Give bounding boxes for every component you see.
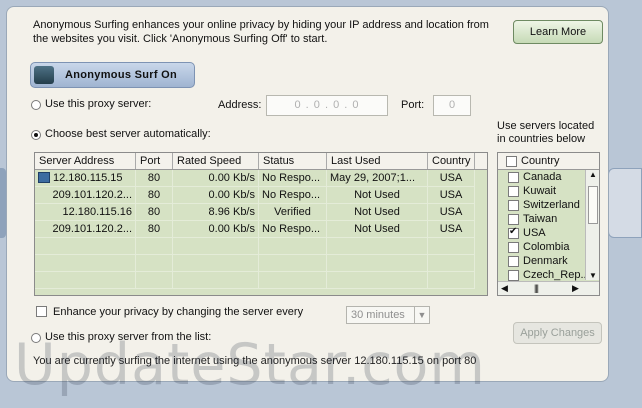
address-input[interactable]: 0 . 0 . 0 . 0	[266, 95, 388, 116]
country-name: Switzerland	[523, 199, 580, 211]
country-checkbox[interactable]	[508, 213, 519, 225]
last-used-cell: Not Used	[327, 221, 428, 238]
country-item[interactable]: Czech_Rep...	[498, 268, 599, 282]
use-proxy-radio[interactable]	[31, 100, 41, 110]
choose-best-radio[interactable]	[31, 130, 41, 140]
interval-value: 30 minutes	[351, 309, 405, 321]
col-port[interactable]: Port	[136, 153, 173, 169]
country-vertical-scrollbar[interactable]: ▲ ▼	[585, 170, 599, 280]
scroll-grip-icon[interactable]: |||	[534, 282, 539, 295]
table-row-empty	[35, 255, 487, 272]
watermark: UpdateStar.com	[14, 332, 486, 398]
country-cell: USA	[428, 170, 475, 187]
table-row[interactable]: 12.180.115.16 80 8.96 Kb/s Verified Not …	[35, 204, 487, 221]
status-cell: No Respo...	[259, 221, 327, 238]
country-cell: USA	[428, 221, 475, 238]
learn-more-button[interactable]: Learn More	[513, 20, 603, 44]
use-proxy-label: Use this proxy server:	[45, 98, 152, 110]
country-list-header[interactable]: Country	[498, 153, 599, 170]
port-cell: 80	[136, 187, 173, 204]
status-cell: No Respo...	[259, 187, 327, 204]
speed-cell: 8.96 Kb/s	[173, 204, 259, 221]
country-checkbox[interactable]	[508, 269, 519, 281]
last-used-cell: Not Used	[327, 187, 428, 204]
col-country[interactable]: Country	[428, 153, 475, 169]
scroll-down-icon[interactable]: ▼	[589, 271, 597, 280]
scroll-left-icon[interactable]: ◀	[501, 282, 508, 295]
country-checkbox[interactable]	[508, 255, 519, 267]
enhance-privacy-label: Enhance your privacy by changing the ser…	[53, 306, 304, 318]
chevron-down-icon[interactable]: ▼	[414, 307, 429, 323]
port-label: Port:	[401, 99, 425, 111]
port-input[interactable]: 0	[433, 95, 471, 116]
country-item[interactable]: Colombia	[498, 240, 599, 254]
scroll-thumb[interactable]	[588, 186, 598, 224]
server-table[interactable]: Server Address Port Rated Speed Status L…	[34, 152, 488, 296]
table-row[interactable]: 209.101.120.2... 80 0.00 Kb/s No Respo..…	[35, 187, 487, 204]
table-header: Server Address Port Rated Speed Status L…	[35, 153, 487, 170]
countries-heading: Use servers located in countries below	[497, 120, 595, 145]
country-cell: USA	[428, 187, 475, 204]
speed-cell: 0.00 Kb/s	[173, 221, 259, 238]
country-checkbox[interactable]	[508, 226, 519, 239]
country-name: Czech_Rep...	[523, 269, 590, 281]
country-name: USA	[523, 227, 546, 239]
col-last-used[interactable]: Last Used	[327, 153, 428, 169]
country-name: Taiwan	[523, 213, 558, 225]
server-address-cell: 12.180.115.16	[35, 204, 136, 221]
country-item[interactable]: Canada	[498, 170, 599, 184]
enhance-privacy-checkbox[interactable]	[36, 306, 47, 317]
col-server-address[interactable]: Server Address	[35, 153, 136, 169]
col-rated-speed[interactable]: Rated Speed	[173, 153, 259, 169]
country-name: Kuwait	[523, 185, 557, 197]
scroll-right-icon[interactable]: ▶	[572, 282, 579, 295]
table-row-empty	[35, 238, 487, 255]
interval-select[interactable]: 30 minutes ▼	[346, 306, 430, 324]
country-checkbox[interactable]	[508, 171, 519, 183]
server-address: 12.180.115.15	[53, 172, 123, 184]
country-item[interactable]: USA	[498, 226, 599, 240]
scroll-up-icon[interactable]: ▲	[589, 170, 597, 179]
country-checkbox[interactable]	[508, 199, 519, 211]
table-row-empty	[35, 272, 487, 289]
country-item[interactable]: Denmark	[498, 254, 599, 268]
country-name: Colombia	[523, 241, 570, 253]
country-list[interactable]: Country Canada Kuwait Switzerland Taiwan…	[497, 152, 600, 296]
col-status[interactable]: Status	[259, 153, 327, 169]
port-cell: 80	[136, 204, 173, 221]
intro-text: Anonymous Surfing enhances your online p…	[33, 19, 489, 45]
port-cell: 80	[136, 221, 173, 238]
last-used-cell: Not Used	[327, 204, 428, 221]
anonymous-surf-toggle[interactable]: Anonymous Surf On	[30, 62, 195, 88]
last-used-cell: May 29, 2007;1...	[327, 170, 428, 187]
apply-changes-button[interactable]: Apply Changes	[513, 322, 602, 344]
speed-cell: 0.00 Kb/s	[173, 187, 259, 204]
server-address-cell: 209.101.120.2...	[35, 221, 136, 238]
country-checkbox[interactable]	[508, 185, 519, 197]
server-address-cell: 209.101.120.2...	[35, 187, 136, 204]
port-cell: 80	[136, 170, 173, 187]
status-cell: Verified	[259, 204, 327, 221]
country-name: Canada	[523, 171, 562, 183]
table-row[interactable]: 209.101.120.2... 80 0.00 Kb/s No Respo..…	[35, 221, 487, 238]
country-name: Denmark	[523, 255, 568, 267]
status-cell: No Respo...	[259, 170, 327, 187]
country-header-label: Country	[521, 155, 560, 167]
country-checkbox[interactable]	[508, 241, 519, 253]
country-item[interactable]: Taiwan	[498, 212, 599, 226]
country-horizontal-scrollbar[interactable]: ◀ ||| ▶	[498, 281, 599, 295]
address-label: Address:	[218, 99, 262, 111]
server-icon	[38, 172, 50, 183]
toggle-label: Anonymous Surf On	[65, 69, 178, 81]
speed-cell: 0.00 Kb/s	[173, 170, 259, 187]
country-item[interactable]: Switzerland	[498, 198, 599, 212]
toggle-knob	[34, 66, 54, 84]
table-row[interactable]: 12.180.115.15 80 0.00 Kb/s No Respo... M…	[35, 170, 487, 187]
right-edge-tab[interactable]	[608, 168, 642, 238]
country-item[interactable]: Kuwait	[498, 184, 599, 198]
choose-best-label: Choose best server automatically:	[45, 128, 211, 140]
select-all-checkbox[interactable]	[506, 155, 517, 167]
server-address-cell: 12.180.115.15	[35, 170, 136, 187]
country-cell: USA	[428, 204, 475, 221]
